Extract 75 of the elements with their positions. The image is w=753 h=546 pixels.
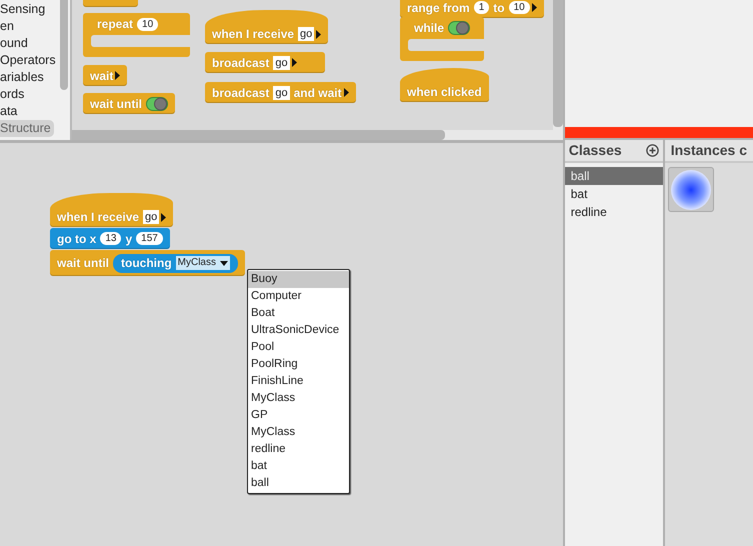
block-label: broadcast: [212, 54, 270, 72]
scrollbar-thumb[interactable]: [72, 130, 445, 140]
menu-item[interactable]: UltraSonicDevice: [248, 322, 349, 339]
panel-title: Instances c: [670, 141, 747, 160]
block-label: range from: [407, 0, 470, 16]
class-dropdown[interactable]: MyClass: [176, 256, 230, 270]
command-block[interactable]: range from 1 to 10: [400, 0, 544, 18]
block-label: wait until: [57, 255, 109, 272]
block-label: and wait: [294, 84, 342, 102]
c-block[interactable]: repeat 10: [83, 13, 190, 57]
menu-item[interactable]: GP: [248, 407, 349, 424]
block-label: wait until: [90, 96, 142, 112]
panel-title: Classes: [568, 141, 622, 160]
toggle-icon[interactable]: [146, 96, 168, 110]
menu-item[interactable]: PoolRing: [248, 356, 349, 373]
arrow-icon[interactable]: [161, 212, 166, 222]
category-item[interactable]: ata: [0, 103, 18, 120]
class-item[interactable]: bat: [564, 185, 663, 203]
number-input[interactable]: 1: [474, 1, 490, 14]
number-input[interactable]: 10: [137, 18, 158, 30]
reporter-block[interactable]: touching MyClass: [113, 254, 238, 272]
block-label: wait: [90, 68, 114, 84]
block-label: broadcast: [212, 84, 270, 102]
hat-block[interactable]: when I receive go: [50, 193, 174, 227]
add-icon[interactable]: [646, 144, 659, 157]
text-input[interactable]: go: [298, 27, 314, 41]
block-label: touching: [121, 255, 172, 272]
block-label: when I receive: [57, 209, 140, 226]
arrow-icon[interactable]: [344, 88, 349, 97]
instance-tile[interactable]: [668, 167, 714, 212]
hat-block[interactable]: when I receive go: [205, 10, 328, 44]
menu-item[interactable]: Computer: [248, 288, 349, 305]
number-input[interactable]: 13: [100, 232, 122, 245]
block-label: repeat: [97, 16, 134, 33]
category-item[interactable]: en: [0, 18, 14, 35]
arrow-icon[interactable]: [115, 71, 120, 80]
number-input[interactable]: 157: [136, 232, 163, 245]
menu-item[interactable]: Buoy: [248, 271, 349, 288]
category-item[interactable]: ound: [0, 35, 28, 52]
menu-item[interactable]: Pool: [248, 339, 349, 356]
menu-item[interactable]: MyClass: [248, 424, 349, 441]
number-input[interactable]: 10: [508, 1, 530, 14]
text-input[interactable]: go: [273, 56, 290, 70]
block-label: to: [493, 0, 505, 16]
menu-item[interactable]: MyClass: [248, 390, 349, 407]
menu-item[interactable]: ball: [248, 475, 349, 492]
command-block[interactable]: broadcast go: [205, 52, 325, 73]
command-block[interactable]: go to x 13 y 157: [50, 228, 170, 249]
category-item[interactable]: ariables: [0, 69, 44, 86]
category-item[interactable]: Sensing: [0, 1, 46, 18]
block-label: y: [125, 230, 132, 248]
menu-item[interactable]: FinishLine: [248, 373, 349, 390]
command-block[interactable]: wait until touching MyClass: [50, 250, 245, 276]
caret-icon[interactable]: [220, 260, 228, 266]
block-label: while: [414, 20, 444, 37]
scrollbar-thumb[interactable]: [552, 0, 563, 127]
menu-item[interactable]: bat: [248, 458, 349, 475]
ball-sprite: [670, 170, 711, 210]
command-block[interactable]: broadcast go and wait: [205, 82, 356, 103]
menu-item[interactable]: redline: [248, 441, 349, 458]
class-item[interactable]: redline: [564, 203, 663, 221]
block-label: go to x: [57, 230, 96, 248]
text-input[interactable]: go: [273, 86, 290, 100]
toggle-icon[interactable]: [448, 21, 470, 35]
text-input[interactable]: go: [143, 210, 160, 224]
class-item[interactable]: ball: [564, 167, 663, 185]
category-item[interactable]: Operators: [0, 52, 56, 69]
block-label: when I receive: [212, 26, 294, 43]
menu-item[interactable]: Boat: [248, 305, 349, 322]
category-item[interactable]: ords: [0, 86, 24, 103]
block-label: when clicked: [407, 84, 482, 101]
arrow-icon[interactable]: [292, 58, 297, 67]
arrow-icon[interactable]: [316, 30, 322, 38]
scrollbar-thumb[interactable]: [60, 0, 68, 90]
arrow-icon[interactable]: [532, 3, 537, 12]
